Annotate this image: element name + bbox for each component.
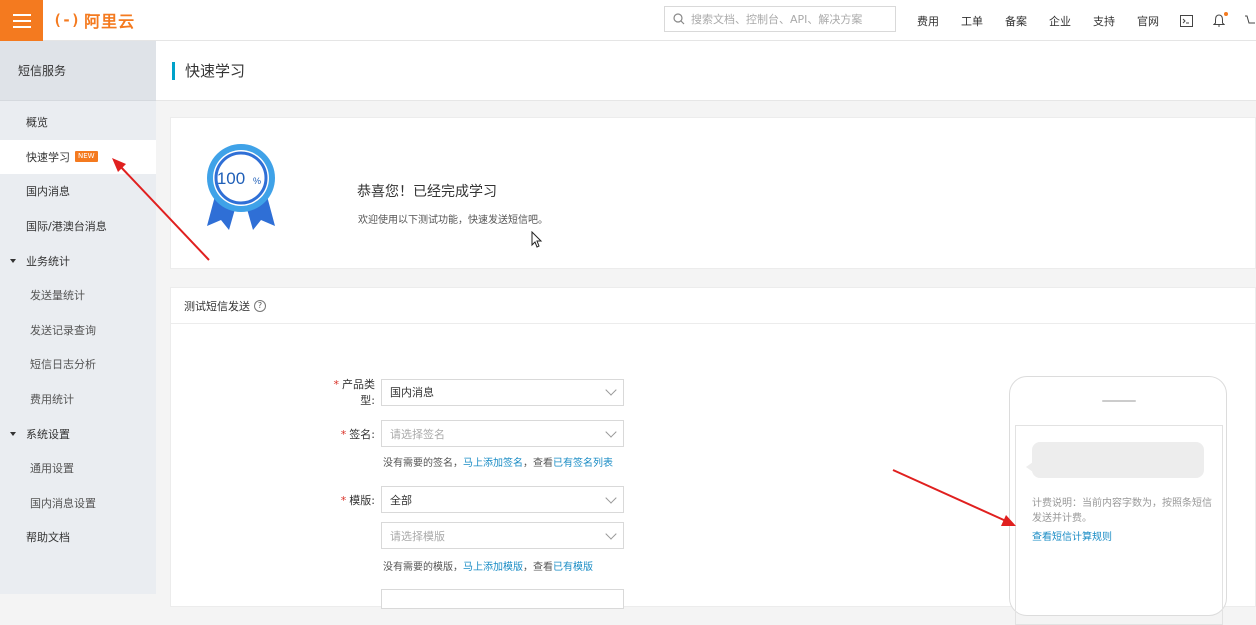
nav-support[interactable]: 支持 (1093, 13, 1115, 29)
template-placeholder: 请选择模版 (390, 529, 445, 543)
cart-icon[interactable] (1245, 15, 1256, 27)
medal-unit: % (253, 176, 261, 186)
sidebar-item-label: 短信日志分析 (30, 358, 96, 372)
search-box[interactable] (664, 6, 896, 32)
signature-placeholder: 请选择签名 (390, 427, 445, 441)
search-input[interactable] (691, 12, 891, 26)
product-type-label: * 产品类型: (333, 378, 376, 407)
fee-note: 计费说明：当前内容字数为，按照条短信发送并计费。 (1032, 498, 1212, 524)
sidebar-item-domestic[interactable]: 国内消息 (0, 174, 156, 209)
message-bubble (1026, 442, 1204, 478)
template-label: * 模版: (340, 493, 375, 507)
sidebar-item-label: 通用设置 (30, 462, 74, 476)
product-type-select[interactable]: 国内消息 (381, 378, 624, 406)
sidebar-item-help-docs[interactable]: 帮助文档 (0, 520, 156, 555)
sidebar-group-settings[interactable]: 系统设置 (0, 416, 156, 451)
test-sms-card: 测试短信发送 ? * 产品类型: 国内消息 * 签名: 请选择签名 没有需要的签名，… (170, 287, 1256, 625)
aliyun-logo[interactable]: (-) 阿里云 (53, 9, 135, 31)
chevron-down-icon (605, 491, 617, 504)
next-field-input[interactable] (381, 589, 624, 609)
title-accent-bar (172, 61, 175, 80)
sidebar-item-fee-stats[interactable]: 费用统计 (0, 382, 156, 417)
test-sms-header: 测试短信发送 ? (171, 288, 1255, 324)
sidebar-item-send-volume[interactable]: 发送量统计 (0, 278, 156, 313)
chevron-down-icon (605, 425, 617, 438)
template-type-select[interactable]: 全部 (381, 486, 624, 513)
nav-enterprise[interactable]: 企业 (1049, 13, 1071, 29)
sidebar-group-statistics[interactable]: 业务统计 (0, 243, 156, 278)
sidebar-header: 短信服务 (0, 41, 156, 101)
sidebar-item-overview[interactable]: 概览 (0, 105, 156, 140)
sidebar-item-label: 国际/港澳台消息 (26, 220, 107, 234)
sidebar-item-label: 国内消息设置 (30, 496, 96, 510)
sidebar-item-log-analysis[interactable]: 短信日志分析 (0, 347, 156, 382)
fee-rules-link[interactable]: 查看短信计算规则 (1032, 528, 1112, 543)
sidebar-item-label: 快速学习 (26, 150, 70, 164)
template-hint: 没有需要的模版，马上添加模版，查看已有模版 (383, 562, 593, 573)
nav-ticket[interactable]: 工单 (961, 13, 983, 29)
sidebar-item-send-records[interactable]: 发送记录查询 (0, 313, 156, 348)
product-type-row: * 产品类型: 国内消息 (321, 376, 624, 408)
completion-card: 100 % 恭喜您！已经完成学习 欢迎使用以下测试功能，快速发送短信吧。 (170, 117, 1256, 269)
chevron-down-icon (605, 384, 617, 396)
sidebar-item-domestic-settings[interactable]: 国内消息设置 (0, 486, 156, 521)
help-icon[interactable]: ? (254, 299, 266, 312)
template-row: * 模版: 全部 (321, 486, 624, 513)
medal-badge-icon: 100 % (207, 144, 275, 230)
new-badge: NEW (75, 151, 98, 163)
sidebar-item-label: 发送记录查询 (30, 323, 96, 337)
add-template-link[interactable]: 马上添加模版 (463, 562, 523, 573)
sidebar: 短信服务 概览 快速学习 NEW 国内消息 国际/港澳台消息 业务统计 发送量统… (0, 41, 156, 594)
sidebar-item-label: 国内消息 (26, 185, 70, 199)
top-nav: 费用 工单 备案 企业 支持 官网 (906, 0, 1256, 41)
test-sms-title: 测试短信发送 (184, 299, 250, 313)
template-list-link[interactable]: 已有模版 (553, 562, 593, 573)
search-icon (673, 13, 685, 25)
signature-select[interactable]: 请选择签名 (381, 420, 624, 447)
sidebar-item-general-settings[interactable]: 通用设置 (0, 451, 156, 486)
main-content: 快速学习 100 % 恭喜您！已经完成学习 欢迎使用以下测试功能，快速发送短信吧… (156, 41, 1256, 625)
template-select-row: 请选择模版 (381, 522, 624, 549)
template-type-value: 全部 (390, 493, 412, 507)
medal-number: 100 (217, 169, 245, 188)
phone-screen: 计费说明：当前内容字数为，按照条短信发送并计费。 查看短信计算规则 (1015, 425, 1223, 625)
page-header: 快速学习 (156, 41, 1256, 101)
congrats-heading: 恭喜您！已经完成学习 (357, 184, 497, 200)
nav-fees[interactable]: 费用 (917, 13, 939, 29)
sidebar-item-label: 帮助文档 (26, 531, 70, 545)
logo-mark: (-) (53, 11, 81, 29)
signature-row: * 签名: 请选择签名 (321, 420, 624, 447)
signature-hint: 没有需要的签名，马上添加签名，查看已有签名列表 (383, 458, 613, 469)
nav-official-site[interactable]: 官网 (1137, 13, 1159, 29)
hamburger-menu-icon[interactable] (0, 0, 43, 41)
sidebar-item-quick-learn[interactable]: 快速学习 NEW (0, 139, 156, 175)
logo-name: 阿里云 (84, 12, 136, 31)
phone-preview: 计费说明：当前内容字数为，按照条短信发送并计费。 查看短信计算规则 (1009, 376, 1227, 625)
sidebar-item-label: 系统设置 (26, 427, 70, 441)
bell-icon[interactable] (1213, 12, 1228, 27)
caret-down-icon (10, 431, 16, 436)
caret-down-icon (10, 258, 16, 263)
signature-label: * 签名: (340, 427, 375, 441)
top-bar: (-) 阿里云 费用 工单 备案 企业 支持 官网 (0, 0, 1256, 41)
signature-list-link[interactable]: 已有签名列表 (553, 458, 613, 469)
page-title: 快速学习 (185, 62, 246, 80)
sidebar-item-label: 业务统计 (26, 254, 70, 268)
next-field-row (381, 589, 624, 609)
terminal-icon[interactable] (1180, 14, 1193, 27)
template-select[interactable]: 请选择模版 (381, 522, 624, 549)
sidebar-item-label: 发送量统计 (30, 289, 85, 303)
add-signature-link[interactable]: 马上添加签名 (463, 458, 523, 469)
sidebar-item-label: 费用统计 (30, 393, 74, 407)
sidebar-item-international[interactable]: 国际/港澳台消息 (0, 209, 156, 244)
mouse-cursor-icon (531, 231, 543, 248)
notification-dot (1224, 12, 1228, 16)
nav-beian[interactable]: 备案 (1005, 13, 1027, 29)
phone-speaker (1102, 400, 1136, 402)
chevron-down-icon (605, 527, 617, 540)
product-type-value: 国内消息 (390, 386, 434, 399)
welcome-text: 欢迎使用以下测试功能，快速发送短信吧。 (358, 215, 548, 226)
sidebar-item-label: 概览 (26, 116, 48, 130)
